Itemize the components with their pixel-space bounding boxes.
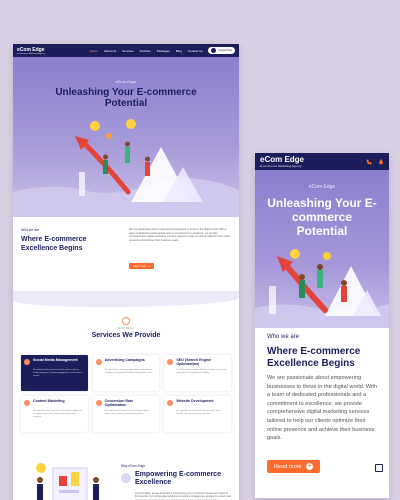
logo-text: eCom Edge (260, 154, 305, 164)
service-title: Content Marketing (33, 399, 65, 403)
service-card[interactable]: SEO (Search Engine Optimization) Our SEO… (164, 355, 231, 391)
service-card[interactable]: Content Marketing We understand the impo… (21, 396, 88, 432)
desktop-why-us: Why eCom Edge Empowering E-commerce Exce… (13, 454, 239, 500)
services-grid: Social Media Management We understand th… (21, 355, 231, 432)
service-title: Conversion Rate Optimization (104, 399, 134, 408)
service-card[interactable]: Social Media Management We understand th… (21, 355, 88, 391)
hero-eyebrow: eCom Edge (308, 184, 336, 190)
service-desc: We understand the power of social media … (33, 369, 83, 377)
mobile-nav-icons (366, 158, 384, 165)
logo-subtitle: E-commerce Marketing Agency (260, 163, 302, 168)
service-title: Website Development (176, 399, 214, 403)
nav-packages[interactable]: Packages (157, 49, 170, 53)
hero-illustration (255, 249, 389, 328)
hero-eyebrow: eCom Edge (115, 79, 137, 84)
who-eyebrow: Who we are (267, 334, 300, 340)
website-icon (167, 400, 174, 406)
contact-now-button[interactable]: Contact Now (208, 47, 235, 54)
desktop-services: WHAT WE DO Services We Provide Social Me… (13, 291, 239, 449)
services-title: Services We Provide (91, 332, 161, 339)
arrow-right-icon: ➜ (147, 264, 151, 268)
nav-blog[interactable]: Blog (176, 49, 182, 53)
who-title: Where E-commerce Excellence Begins (267, 346, 361, 369)
mobile-mockup: eCom Edge E-commerce Marketing Agency eC… (255, 153, 389, 498)
hero-illustration (13, 119, 239, 217)
who-eyebrow: Who we are (21, 228, 40, 232)
hero-title: Unleashing Your E-commerce Potential (55, 87, 197, 109)
service-title: Social Media Management (33, 358, 78, 362)
phone-icon[interactable] (366, 159, 372, 165)
nav-about[interactable]: About Us (104, 49, 116, 53)
logo-subtitle: E-commerce Marketing Agency (17, 52, 45, 55)
desktop-hero: eCom Edge Unleashing Your E-commerce Pot… (13, 57, 239, 217)
nav-portfolio[interactable]: Portfolio (140, 49, 151, 53)
nav-home[interactable]: Home (90, 49, 98, 53)
service-desc: We understand the importance of creating… (33, 410, 83, 418)
service-title: SEO (Search Engine Optimization) (176, 358, 212, 367)
read-more-button[interactable]: Read more ➜ (129, 263, 155, 269)
service-desc: We specialize in creating visually appea… (176, 410, 221, 415)
who-text: We are passionate about empowering busin… (129, 228, 231, 242)
why-title: Empowering E-commerce Excellence (135, 471, 221, 486)
megaphone-icon (95, 359, 102, 365)
target-icon (122, 317, 130, 325)
service-card[interactable]: Advertising Campaigns We specialize in d… (92, 355, 160, 391)
service-desc: We specialize in designing and implement… (104, 369, 153, 374)
service-desc: Our SEO experts employ effective strateg… (176, 369, 226, 374)
service-title: Advertising Campaigns (104, 358, 145, 362)
desktop-logo[interactable]: eCom Edge E-commerce Marketing Agency (17, 47, 45, 55)
mobile-logo[interactable]: eCom Edge E-commerce Marketing Agency (260, 154, 305, 168)
read-more-label: Read more (274, 463, 302, 470)
service-card[interactable]: Website Development We specialize in cre… (164, 396, 231, 432)
menu-icon[interactable] (378, 158, 384, 165)
mobile-navbar: eCom Edge E-commerce Marketing Agency (255, 153, 389, 170)
who-text: We are passionate about empowering busin… (267, 375, 378, 442)
why-badge-icon (121, 473, 131, 483)
social-media-icon (24, 359, 30, 365)
seo-icon (167, 359, 174, 365)
conversion-icon (95, 400, 102, 406)
why-text: At eCom Edge, we are dedicated to empowe… (135, 492, 231, 500)
read-more-button[interactable]: Read more ➜ (267, 460, 320, 473)
phone-icon (211, 48, 217, 53)
content-icon (24, 400, 30, 406)
mobile-hero: eCom Edge Unleashing Your E-commerce Pot… (255, 170, 389, 328)
hero-title: Unleashing Your E-commerce Potential (267, 196, 377, 238)
who-title: Where E-commerce Excellence Begins (21, 236, 87, 252)
mobile-who-we-are: Who we are Where E-commerce Excellence B… (255, 328, 389, 498)
service-desc: We understand the importance of turning … (104, 410, 149, 415)
desktop-who-we-are: Who we are Where E-commerce Excellence B… (13, 222, 239, 302)
services-eyebrow: WHAT WE DO (117, 327, 135, 330)
desktop-navbar: eCom Edge E-commerce Marketing Agency Ho… (13, 44, 239, 57)
read-more-label: Read more (133, 264, 146, 268)
nav-services[interactable]: Services (122, 49, 134, 53)
nav-contact[interactable]: Contact Us (188, 49, 203, 53)
desktop-menu: Home About Us Services Portfolio Package… (90, 49, 203, 53)
desktop-mockup: eCom Edge E-commerce Marketing Agency Ho… (13, 44, 239, 500)
scroll-top-button[interactable] (375, 464, 383, 472)
arrow-right-icon: ➜ (305, 463, 313, 470)
contact-now-label: Contact Now (218, 49, 232, 52)
why-illustration (36, 463, 99, 500)
why-eyebrow: Why eCom Edge (121, 464, 146, 468)
service-card[interactable]: Conversion Rate Optimization We understa… (92, 396, 160, 432)
